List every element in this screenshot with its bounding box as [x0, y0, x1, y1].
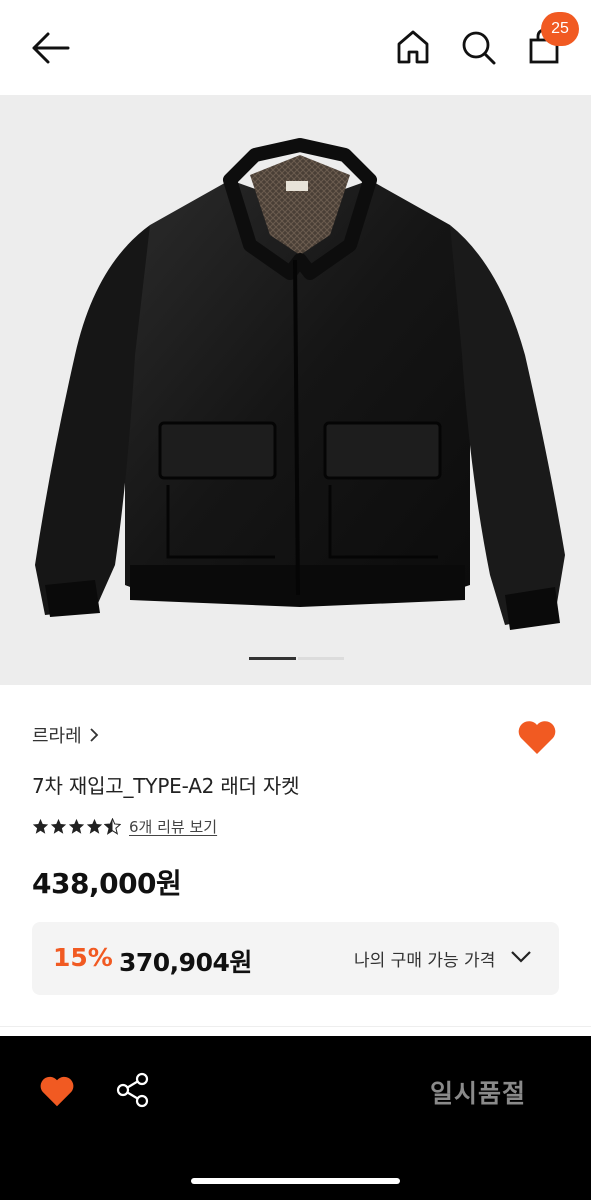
- gallery-indicator-active: [249, 657, 296, 660]
- chevron-right-icon: [90, 728, 98, 742]
- review-link[interactable]: 6개 리뷰 보기: [129, 816, 217, 837]
- top-navigation-bar: 25: [0, 0, 591, 95]
- half-star-icon: [104, 818, 121, 835]
- section-divider: [0, 1026, 591, 1027]
- benefit-label: 나의 구매 가능 가격: [354, 951, 496, 971]
- heart-icon: [518, 721, 556, 754]
- product-price: 438,000원: [32, 867, 182, 900]
- home-indicator[interactable]: [191, 1178, 400, 1184]
- star-icon: [68, 818, 85, 834]
- arrow-left-icon: [32, 32, 70, 64]
- sold-out-button[interactable]: 일시품절: [430, 1074, 526, 1110]
- rating-row: 6개 리뷰 보기: [32, 816, 217, 837]
- product-image: [35, 138, 565, 630]
- star-icon: [32, 818, 49, 834]
- benefit-price: 370,904원: [119, 948, 252, 977]
- benefit-price-box[interactable]: 15% 370,904원 나의 구매 가능 가격: [32, 922, 559, 995]
- heart-icon: [40, 1076, 74, 1107]
- share-button[interactable]: [116, 1072, 150, 1108]
- home-icon: [397, 30, 429, 64]
- bottom-action-bar: 일시품절: [0, 1036, 591, 1200]
- share-icon: [116, 1072, 149, 1108]
- home-button[interactable]: [395, 28, 431, 66]
- brand-name: 르라레: [32, 726, 82, 747]
- bottom-wishlist-button[interactable]: [38, 1074, 76, 1108]
- star-icon: [86, 818, 103, 834]
- cart-count-badge: 25: [541, 12, 579, 46]
- product-image-gallery[interactable]: [0, 95, 591, 685]
- chevron-down-icon: [511, 951, 531, 963]
- back-button[interactable]: [28, 28, 72, 68]
- star-icon: [50, 818, 67, 834]
- star-rating: [32, 818, 121, 835]
- search-icon: [462, 31, 496, 65]
- product-title: 7차 재입고_TYPE-A2 래더 자켓: [32, 774, 300, 798]
- brand-link[interactable]: 르라레: [32, 722, 100, 748]
- gallery-indicator: [298, 657, 344, 660]
- discount-rate: 15%: [53, 943, 113, 972]
- wishlist-button[interactable]: [516, 718, 558, 756]
- search-button[interactable]: [460, 28, 496, 66]
